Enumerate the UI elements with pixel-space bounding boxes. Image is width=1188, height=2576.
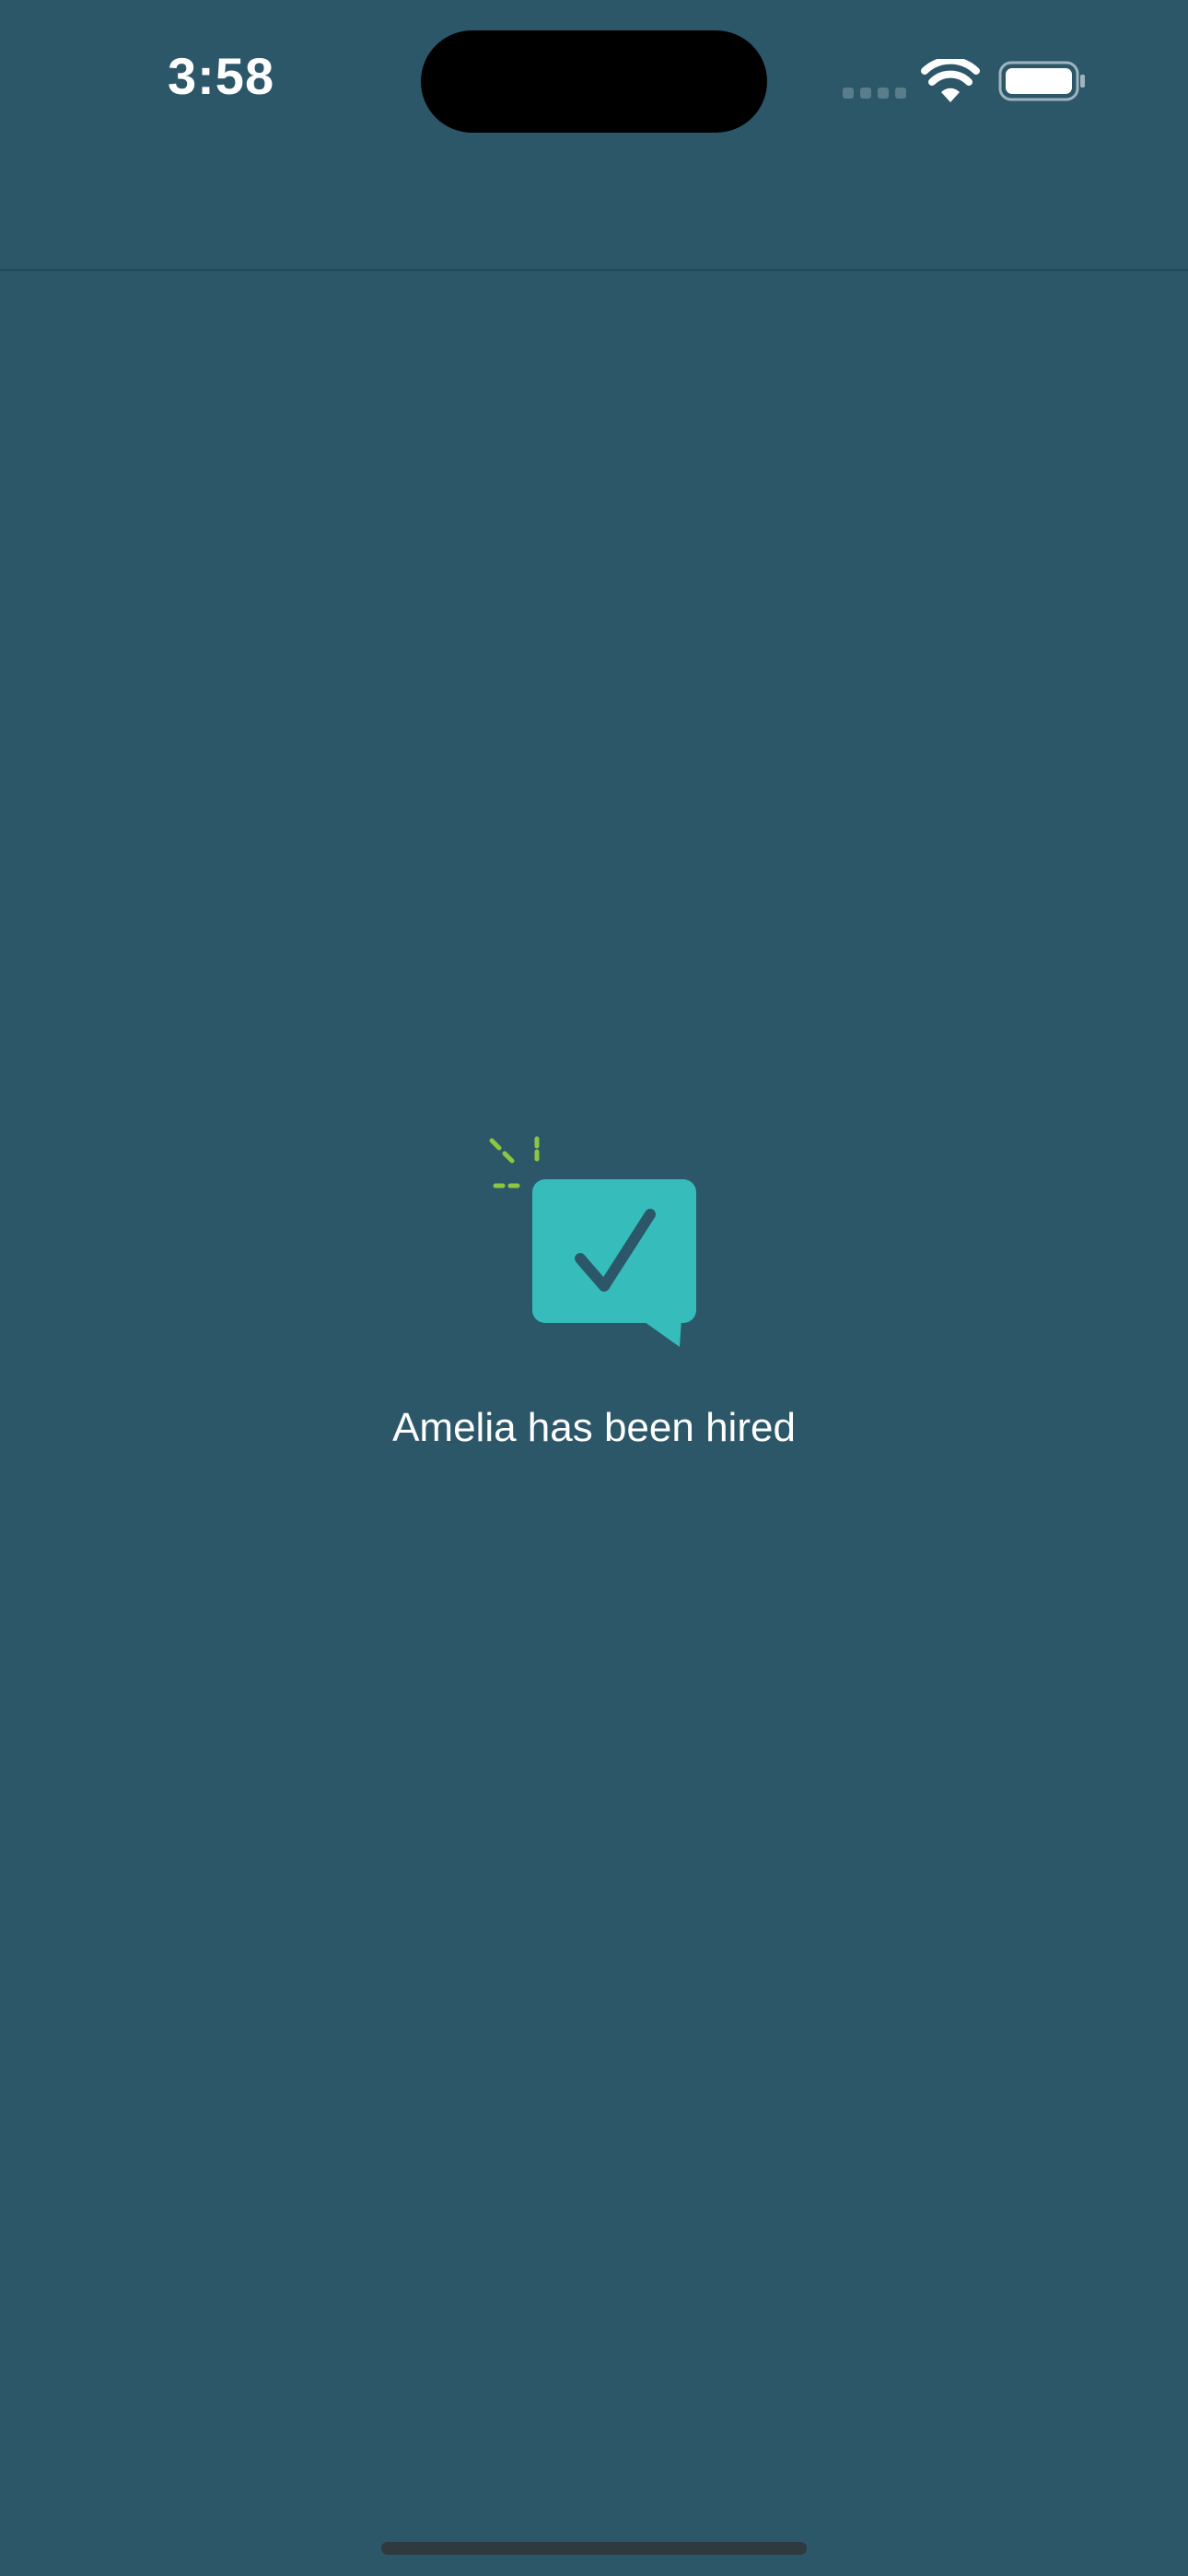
hired-message: Amelia has been hired (392, 1405, 796, 1450)
status-time: 3:58 (168, 47, 275, 105)
hired-confirmation: Amelia has been hired (0, 1124, 1188, 1474)
sparkle-icon (489, 1136, 540, 1188)
home-indicator[interactable] (381, 2542, 807, 2555)
battery-icon (998, 61, 1085, 101)
wifi-icon (921, 59, 980, 102)
speech-bubble-checkmark-icon (489, 1136, 696, 1347)
cellular-signal-icon (843, 88, 906, 99)
status-bar: 3:58 (0, 0, 1188, 157)
dynamic-island (421, 30, 767, 133)
navigation-bar (0, 157, 1188, 271)
